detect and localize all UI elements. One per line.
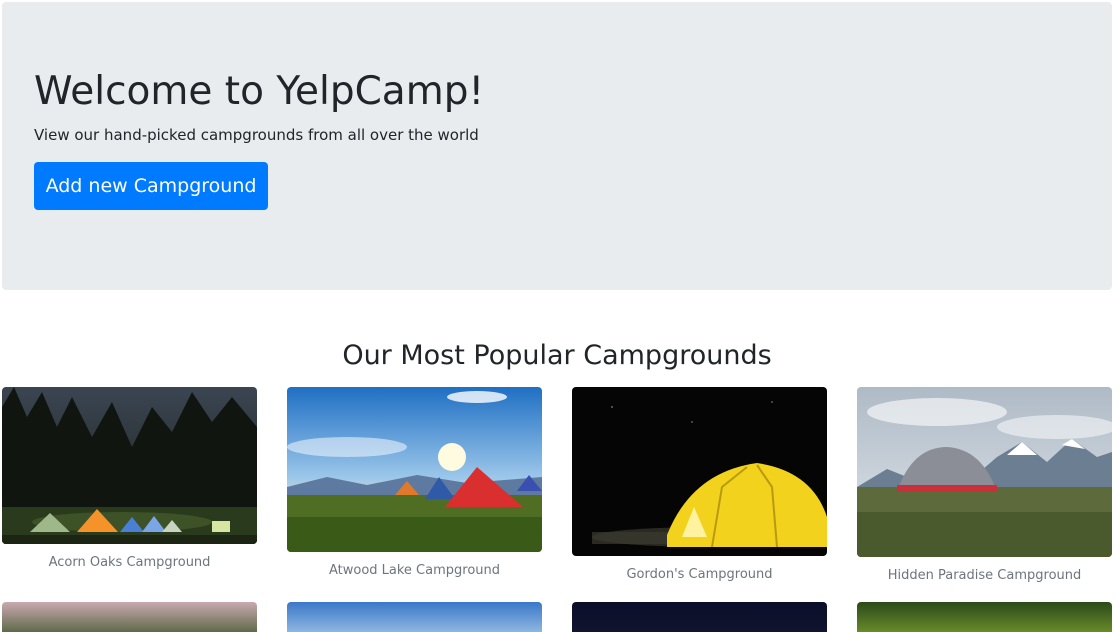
campground-thumbnail[interactable]	[2, 387, 257, 544]
campground-thumbnail-partial[interactable]	[2, 602, 257, 632]
campground-name: Acorn Oaks Campground	[48, 555, 211, 570]
campground-thumbnail-partial[interactable]	[572, 602, 827, 632]
campground-thumbnail[interactable]	[287, 387, 542, 552]
add-campground-button[interactable]: Add new Campground	[34, 162, 268, 210]
jumbotron: Welcome to YelpCamp! View our hand-picke…	[2, 2, 1112, 290]
campground-thumbnail[interactable]	[857, 387, 1112, 557]
campground-name: Hidden Paradise Campground	[887, 568, 1082, 583]
section-heading: Our Most Popular Campgrounds	[342, 340, 772, 371]
campground-name: Gordon's Campground	[626, 567, 773, 582]
campground-name: Atwood Lake Campground	[328, 563, 501, 578]
page-title: Welcome to YelpCamp!	[34, 69, 485, 114]
campground-thumbnail-partial[interactable]	[857, 602, 1112, 632]
campground-thumbnail[interactable]	[572, 387, 827, 556]
page-subtitle: View our hand-picked campgrounds from al…	[34, 126, 479, 144]
campground-thumbnail-partial[interactable]	[287, 602, 542, 632]
